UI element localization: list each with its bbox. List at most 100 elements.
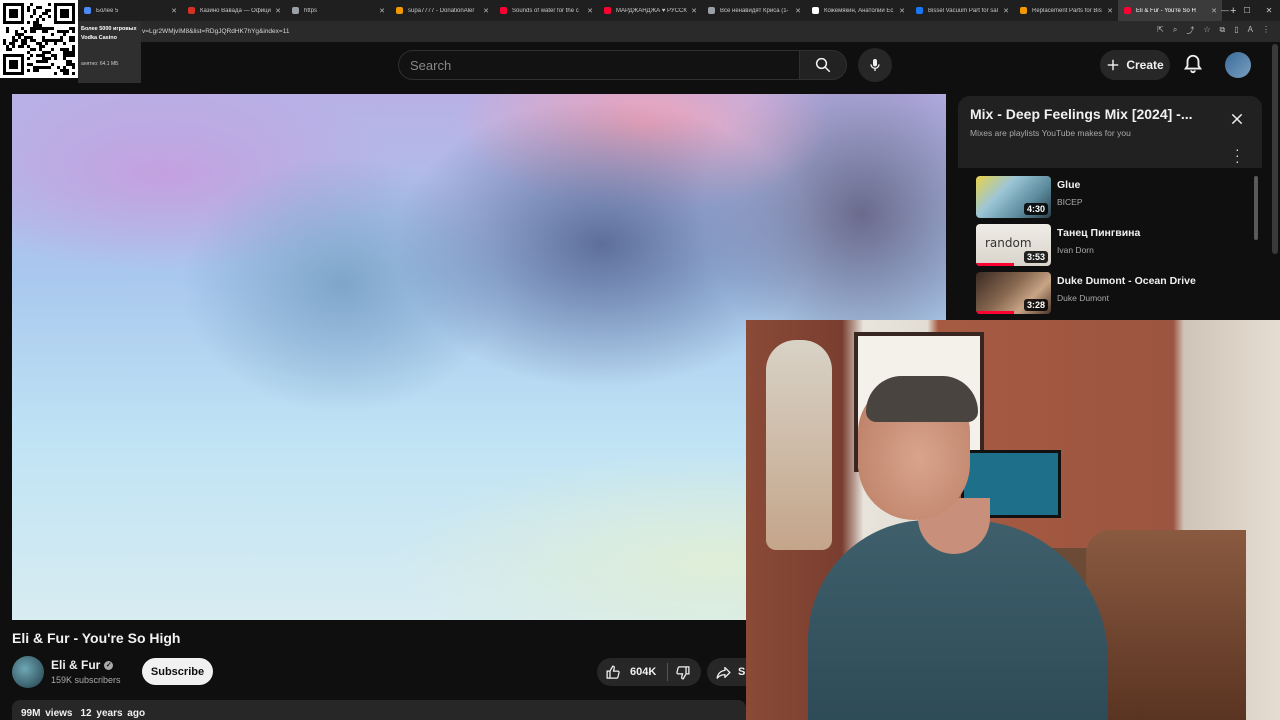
sidebar-icon[interactable]: ▯ [1234,25,1238,36]
playlist-item-title[interactable]: Glue [1057,179,1080,191]
watch-progress-bar [976,311,1014,314]
close-icon[interactable]: ✕ [1107,7,1113,15]
url-text[interactable]: v=Lgr2WMjvIM8&list=RDgJQRdHK7hYg&index=1… [142,28,289,35]
playlist-scrollbar[interactable] [1254,176,1258,240]
tab-favicon [916,7,923,14]
browser-tab[interactable]: МАРДЖАНДЖА ♥ РУССК ✕ [598,0,702,21]
playlist-item-title[interactable]: Танец Пингвина [1057,227,1140,239]
close-icon[interactable]: ✕ [899,7,905,15]
verified-icon: ✓ [104,660,114,670]
close-window-icon[interactable]: ✕ [1258,6,1280,15]
playlist-header: Mix - Deep Feelings Mix [2024] -... Mixe… [958,96,1262,168]
browser-tab[interactable]: Bissel Vacuum Part for sal ✕ [910,0,1014,21]
channel-name-text: Eli & Fur [51,658,101,672]
tab-favicon [604,7,611,14]
overlay-line-2: Vodka Casino [81,35,117,41]
thumbs-up-icon [606,664,620,679]
close-icon[interactable]: ✕ [171,7,177,15]
tab-favicon [1020,7,1027,14]
subscribe-button[interactable]: Subscribe [142,658,213,685]
browser-tab[interactable]: Кожемякин, Анатолий Ес ✕ [806,0,910,21]
voice-search-button[interactable] [858,48,892,82]
profile-icon[interactable]: A [1248,25,1253,36]
playlist-thumbnail[interactable]: random 3:53 [976,224,1051,266]
close-icon [1231,113,1243,125]
page-scrollbar[interactable] [1272,44,1278,254]
webcam-statue [766,340,832,550]
qr-code-icon [3,3,75,75]
browser-tab-strip: Более 5 ✕ Казино Вавада — Офици ✕ https ✕ s… [0,0,1280,21]
browser-tab[interactable]: Более 5 ✕ [78,0,182,21]
watch-progress-bar [976,263,1014,266]
address-bar-icons: ⇱ ⌕ ⤴ ☆ ⧉ ▯ A ⋮ [1157,25,1270,36]
open-in-app-icon[interactable]: ⇱ [1157,25,1164,36]
browser-tab[interactable]: https ✕ [286,0,390,21]
webcam-person-hair [866,376,978,422]
qr-overlay-text: Более 5000 игровых Vodka Casino анятно: … [78,21,141,83]
close-icon[interactable]: ✕ [795,7,801,15]
minimize-icon[interactable]: — [1214,6,1236,15]
close-icon[interactable]: ✕ [1003,7,1009,15]
browser-tab[interactable]: Replacement Parts for Bis ✕ [1014,0,1118,21]
star-icon[interactable]: ☆ [1203,25,1210,36]
share-icon[interactable]: ⤴ [1186,25,1194,36]
address-bar[interactable]: v=Lgr2WMjvIM8&list=RDgJQRdHK7hYg&index=1… [0,21,1280,42]
playlist-thumbnail[interactable]: 3:28 [976,272,1051,314]
playlist-item[interactable]: 3:28 Duke Dumont - Ocean Drive Duke Dumo… [976,272,1246,318]
search-input[interactable] [410,57,799,73]
tab-favicon [812,7,819,14]
menu-icon[interactable]: ⋮ [1262,25,1270,36]
channel-avatar[interactable] [12,656,44,688]
search-button[interactable] [799,50,847,80]
maximize-icon[interactable]: ☐ [1236,6,1258,15]
close-icon[interactable]: ✕ [275,7,281,15]
thumbs-down-icon [676,665,690,680]
playlist-thumbnail[interactable]: 4:30 [976,176,1051,218]
more-options-icon[interactable]: · · · [1235,142,1240,168]
close-icon[interactable]: ✕ [379,7,385,15]
account-avatar[interactable] [1225,52,1251,78]
playlist-item[interactable]: 4:30 Glue BICEP [976,176,1246,222]
tab-favicon [292,7,299,14]
close-playlist-button[interactable] [1230,112,1244,131]
youtube-header: Create [0,42,1280,88]
tab-favicon [708,7,715,14]
browser-tab[interactable]: Sounds of water for the c ✕ [494,0,598,21]
subscriber-count: 159K subscribers [51,675,121,685]
duration-badge: 3:28 [1023,299,1048,311]
browser-tab[interactable]: Казино Вавада — Офици ✕ [182,0,286,21]
playlist-item[interactable]: random 3:53 Танец Пингвина Ivan Dorn [976,224,1246,270]
plus-icon [1108,59,1119,71]
playlist-item-artist[interactable]: Ivan Dorn [1057,245,1094,255]
share-arrow-icon [716,666,731,679]
close-icon[interactable]: ✕ [691,7,697,15]
playlist-item-artist[interactable]: Duke Dumont [1057,293,1109,303]
close-icon[interactable]: ✕ [483,7,489,15]
dislike-button[interactable] [668,664,691,681]
search-icon [815,57,831,73]
close-icon[interactable]: ✕ [587,7,593,15]
tab-favicon [500,7,507,14]
window-controls: — ☐ ✕ [1214,0,1280,21]
playlist-subtitle: Mixes are playlists YouTube makes for yo… [970,128,1131,138]
create-button[interactable]: Create [1100,50,1170,80]
extensions-icon[interactable]: ⧉ [1220,25,1226,36]
playlist-item-artist[interactable]: BICEP [1057,197,1083,207]
webcam-overlay [746,320,1280,720]
upload-age: 12 years ago [80,708,146,719]
browser-tab[interactable]: Все ненавидят Криса (1- ✕ [702,0,806,21]
like-button[interactable]: 604K [597,664,667,681]
bell-icon [1183,54,1203,74]
search-box[interactable] [398,50,800,80]
zoom-icon[interactable]: ⌕ [1173,25,1177,36]
playlist-panel: Mix - Deep Feelings Mix [2024] -... Mixe… [958,96,1262,322]
playlist-title[interactable]: Mix - Deep Feelings Mix [2024] -... [970,106,1220,122]
browser-tab[interactable]: supa7777 - DonationAler ✕ [390,0,494,21]
playlist-items: 4:30 Glue BICEP random 3:53 Танец Пингви… [958,168,1262,322]
like-dislike-bar: 604K [597,658,701,686]
playlist-item-title[interactable]: Duke Dumont - Ocean Drive [1057,275,1196,287]
notifications-button[interactable] [1182,52,1204,81]
browser-tab-active[interactable]: Eli & Fur - You're So H ✕ [1118,0,1222,21]
channel-name[interactable]: Eli & Fur ✓ [51,658,114,672]
create-label: Create [1126,58,1164,72]
